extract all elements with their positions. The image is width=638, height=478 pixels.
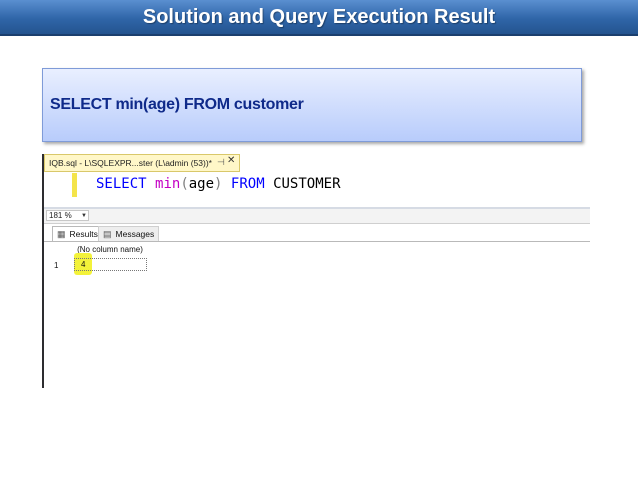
tab-messages-label: Messages [115, 229, 155, 239]
unsaved-change-indicator [72, 173, 77, 197]
tab-messages[interactable]: ▤ Messages [98, 226, 160, 241]
zoom-select[interactable]: 181 % ▼ [46, 210, 89, 221]
tab-results-label: Results [69, 229, 98, 239]
query-statement-box: SELECT min(age) FROM customer [42, 68, 582, 142]
sql-keyword-from: FROM [230, 176, 265, 192]
query-document-tab-label: IQB.sql - L\SQLEXPR...ster (L\admin (53)… [49, 158, 212, 168]
result-tabs: ▦ Results ▤ Messages [44, 224, 590, 242]
query-statement-text: SELECT min(age) FROM customer [50, 96, 304, 113]
sql-argument: age [188, 176, 215, 192]
code-line[interactable]: SELECT min(age) FROM CUSTOMER [96, 176, 341, 192]
sql-paren-close: ) [214, 176, 223, 192]
pin-icon[interactable]: ⊣ [217, 157, 225, 168]
close-icon[interactable]: ✕ [227, 155, 235, 166]
sql-table-name: CUSTOMER [273, 176, 341, 192]
message-icon: ▤ [103, 228, 112, 239]
row-number[interactable]: 1 [54, 259, 68, 272]
chevron-down-icon[interactable]: ▼ [81, 211, 87, 221]
ssms-window: IQB.sql - L\SQLEXPR...ster (L\admin (53)… [42, 154, 590, 388]
result-cell[interactable]: 4 [74, 258, 147, 271]
document-tab-strip: IQB.sql - L\SQLEXPR...ster (L\admin (53)… [44, 154, 590, 174]
zoom-value: 181 % [49, 211, 72, 220]
query-document-tab[interactable]: IQB.sql - L\SQLEXPR...ster (L\admin (53)… [44, 154, 240, 172]
slide-title: Solution and Query Execution Result [0, 0, 638, 36]
query-editor[interactable]: SELECT min(age) FROM CUSTOMER [44, 173, 590, 203]
zoom-bar: 181 % ▼ [44, 209, 590, 224]
grid-icon: ▦ [57, 228, 66, 239]
sql-keyword-select: SELECT [96, 176, 147, 192]
tab-results[interactable]: ▦ Results [52, 226, 103, 241]
sql-paren-open: ( [180, 176, 189, 192]
sql-function-min: min [155, 176, 181, 192]
